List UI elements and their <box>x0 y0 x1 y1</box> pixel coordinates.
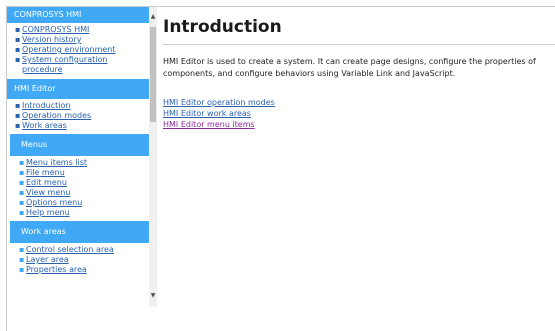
scroll-thumb[interactable] <box>150 27 156 122</box>
sidebar-item-edit-menu[interactable]: ▪ Edit menu <box>19 178 149 188</box>
bullet-icon: ▪ <box>15 121 21 130</box>
sidebar-item-menu-items-list[interactable]: ▪ Menu items list <box>19 158 149 168</box>
help-window: CONPROSYS HMI ▪ CONPROSYS HMI ▪ Version hi… <box>6 6 555 331</box>
link-item: HMI Editor menu items <box>163 119 275 130</box>
scroll-up-icon[interactable]: ▲ <box>149 13 157 21</box>
link-operation-modes[interactable]: HMI Editor operation modes <box>163 98 275 107</box>
link-item: HMI Editor work areas <box>163 108 275 119</box>
link-item: HMI Editor operation modes <box>163 97 275 108</box>
bullet-icon: ▪ <box>15 25 21 34</box>
sidebar-item-properties-area[interactable]: ▪ Properties area <box>19 265 149 275</box>
sidebar-item-file-menu[interactable]: ▪ File menu <box>19 168 149 178</box>
page-title: Introduction <box>163 17 282 37</box>
section-title: HMI Editor <box>14 84 56 93</box>
sidebar-item-help-menu[interactable]: ▪ Help menu <box>19 208 149 218</box>
scroll-down-icon[interactable]: ▼ <box>149 292 157 300</box>
sidebar-item-operation-modes[interactable]: ▪ Operation modes <box>15 111 149 121</box>
related-links: HMI Editor operation modes HMI Editor wo… <box>163 97 275 130</box>
bullet-icon: ▪ <box>19 245 25 254</box>
bullet-icon: ▪ <box>19 188 25 197</box>
bullet-icon: ▪ <box>15 101 21 110</box>
bullet-icon: ▪ <box>19 198 25 207</box>
sidebar-link[interactable]: CONPROSYS HMI <box>22 25 89 35</box>
content-pane: Introduction HMI Editor is used to creat… <box>157 7 555 331</box>
bullet-icon: ▪ <box>15 111 21 120</box>
sidebar-link[interactable]: Operating environment <box>22 45 116 55</box>
sidebar-item-layer-area[interactable]: ▪ Layer area <box>19 255 149 265</box>
sidebar-item-options-menu[interactable]: ▪ Options menu <box>19 198 149 208</box>
sidebar-link[interactable]: System configuration procedure <box>22 55 149 75</box>
intro-paragraph: HMI Editor is used to create a system. I… <box>163 57 536 78</box>
bullet-icon: ▪ <box>19 265 25 274</box>
bullet-icon: ▪ <box>15 45 21 54</box>
sidebar-link[interactable]: File menu <box>26 168 65 178</box>
sidebar-section-work-areas[interactable]: Work areas <box>10 221 149 243</box>
sidebar-link[interactable]: Version history <box>22 35 81 45</box>
sidebar-item-version-history[interactable]: ▪ Version history <box>15 35 149 45</box>
sidebar-item-conprosys-hmi[interactable]: ▪ CONPROSYS HMI <box>15 25 149 35</box>
section-title: Work areas <box>21 227 66 236</box>
sidebar-scrollbar[interactable]: ▲ ▼ <box>149 7 157 307</box>
sidebar-link[interactable]: Control selection area <box>26 245 114 255</box>
bullet-icon: ▪ <box>15 55 21 64</box>
link-menu-items[interactable]: HMI Editor menu items <box>163 120 255 129</box>
bullet-icon: ▪ <box>19 255 25 264</box>
sidebar-link[interactable]: Options menu <box>26 198 82 208</box>
sidebar-link[interactable]: Work areas <box>22 121 67 131</box>
section-title: Menus <box>21 140 48 149</box>
bullet-icon: ▪ <box>19 168 25 177</box>
sidebar-link[interactable]: Layer area <box>26 255 69 265</box>
sidebar-section-hmi-editor[interactable]: HMI Editor <box>7 79 149 99</box>
sidebar-link[interactable]: Introduction <box>22 101 70 111</box>
link-work-areas[interactable]: HMI Editor work areas <box>163 109 251 118</box>
title-divider <box>163 44 555 45</box>
sidebar-item-introduction[interactable]: ▪ Introduction <box>15 101 149 111</box>
bullet-icon: ▪ <box>15 35 21 44</box>
sidebar-link[interactable]: Edit menu <box>26 178 67 188</box>
sidebar-item-system-configuration[interactable]: ▪ System configuration procedure <box>15 55 149 75</box>
sidebar-link[interactable]: Menu items list <box>26 158 87 168</box>
sidebar-item-view-menu[interactable]: ▪ View menu <box>19 188 149 198</box>
bullet-icon: ▪ <box>19 178 25 187</box>
bullet-icon: ▪ <box>19 158 25 167</box>
sidebar-section-conprosys-hmi[interactable]: CONPROSYS HMI <box>7 7 149 23</box>
sidebar-link[interactable]: View menu <box>26 188 70 198</box>
section-title: CONPROSYS HMI <box>14 10 82 19</box>
bullet-icon: ▪ <box>19 208 25 217</box>
sidebar-item-work-areas[interactable]: ▪ Work areas <box>15 121 149 131</box>
sidebar-nav: CONPROSYS HMI ▪ CONPROSYS HMI ▪ Version hi… <box>7 7 149 331</box>
sidebar-item-control-selection-area[interactable]: ▪ Control selection area <box>19 245 149 255</box>
sidebar-section-menus[interactable]: Menus <box>10 134 149 156</box>
sidebar-link[interactable]: Operation modes <box>22 111 91 121</box>
sidebar-item-operating-environment[interactable]: ▪ Operating environment <box>15 45 149 55</box>
sidebar-link[interactable]: Properties area <box>26 265 87 275</box>
sidebar-link[interactable]: Help menu <box>26 208 70 218</box>
